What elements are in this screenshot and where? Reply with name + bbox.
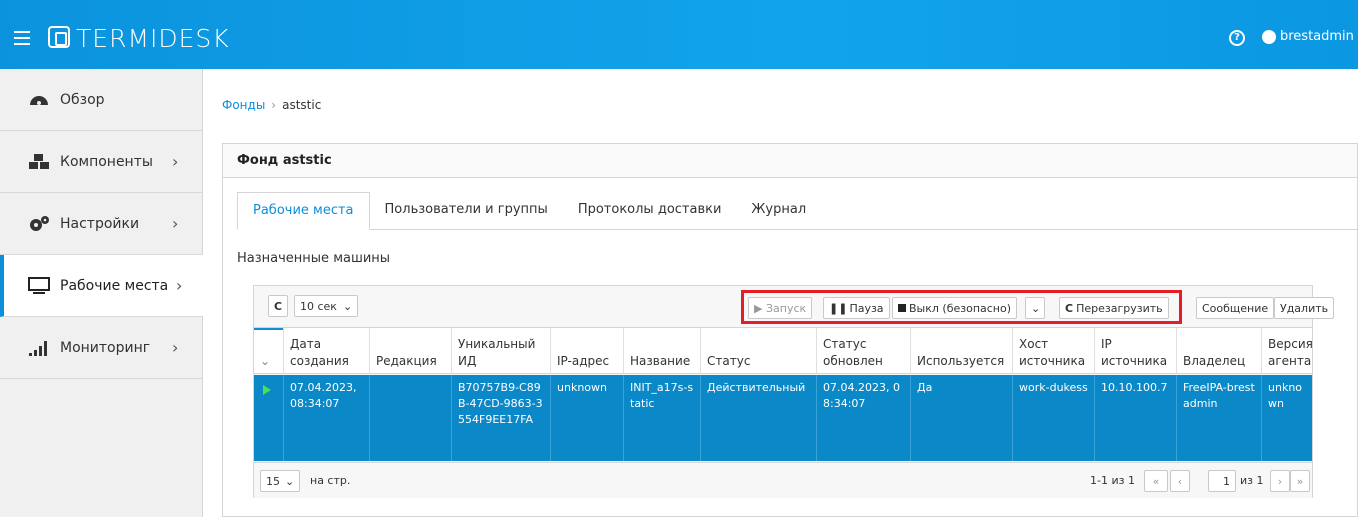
cell-source-host: work-dukess <box>1012 375 1094 461</box>
col-revision[interactable]: Редакция <box>369 328 451 375</box>
user-icon[interactable] <box>1262 30 1276 44</box>
tab-delivery-protocols[interactable]: Протоколы доставки <box>563 192 737 229</box>
app-logo: TERMIDESK <box>76 24 230 53</box>
sidebar-item-settings[interactable]: Настройки › <box>0 193 203 255</box>
pause-button[interactable]: ❚❚ Пауза <box>823 297 890 319</box>
first-page-button[interactable]: « <box>1144 470 1168 492</box>
pause-label: Пауза <box>849 301 884 315</box>
start-button[interactable]: ▶ Запуск <box>748 297 813 319</box>
refresh-button[interactable]: C <box>268 295 288 317</box>
col-ip[interactable]: IP-адрес <box>550 328 623 375</box>
sidebar-item-label: Мониторинг <box>60 339 151 356</box>
logo-icon <box>48 26 70 48</box>
sidebar-item-label: Компоненты <box>60 153 153 170</box>
machines-table: C 10 сек ⌄ ▶ Запуск ❚❚ Пауза Выкл (безопас… <box>253 285 1335 498</box>
table-header: ⌄ Дата создания Редакция Уникальный ИД I… <box>254 327 1313 375</box>
chevron-right-icon: › <box>172 152 179 171</box>
page-total: из 1 <box>1240 474 1264 487</box>
sidebar-item-workplaces[interactable]: Рабочие места › <box>0 255 203 317</box>
shutdown-button[interactable]: Выкл (безопасно) <box>892 297 1018 319</box>
chevron-right-icon: › <box>176 276 183 295</box>
help-icon[interactable]: ? <box>1229 30 1245 46</box>
cell-ip: unknown <box>550 375 623 461</box>
col-owner[interactable]: Владелец <box>1176 328 1261 375</box>
sidebar-item-monitoring[interactable]: Мониторинг › <box>0 317 203 379</box>
monitor-icon <box>28 276 50 294</box>
cell-status: Действительный <box>700 375 816 461</box>
cell-status-updated: 07.04.2023, 08:34:07 <box>816 375 910 461</box>
prev-page-button[interactable]: ‹ <box>1170 470 1190 492</box>
page-input[interactable]: 1 <box>1208 470 1236 492</box>
stop-icon <box>898 304 906 312</box>
components-icon <box>29 153 49 169</box>
message-button[interactable]: Сообщение <box>1196 297 1275 319</box>
tab-users-groups[interactable]: Пользователи и группы <box>370 192 563 229</box>
tab-workplaces[interactable]: Рабочие места <box>237 192 370 230</box>
col-in-use[interactable]: Используется <box>910 328 1012 375</box>
sidebar-item-label: Настройки <box>60 215 140 232</box>
cell-created: 07.04.2023, 08:34:07 <box>283 375 369 461</box>
col-source-ip[interactable]: IP источника <box>1094 328 1176 375</box>
tabs: Рабочие места Пользователи и группы Прот… <box>237 192 1357 230</box>
breadcrumb-separator: › <box>271 98 277 112</box>
chevron-down-icon: ⌄ <box>342 299 353 313</box>
refresh-interval-select[interactable]: 10 сек ⌄ <box>294 295 358 317</box>
sidebar-item-components[interactable]: Компоненты › <box>0 131 203 193</box>
per-page-label: на стр. <box>310 474 351 487</box>
sidebar: Обзор Компоненты › Настройки › Рабочие м… <box>0 69 203 517</box>
sort-toggle-icon[interactable]: ⌄ <box>254 328 283 375</box>
col-unique-id[interactable]: Уникальный ИД <box>451 328 550 375</box>
last-page-button[interactable]: » <box>1290 470 1310 492</box>
pool-panel: Фонд aststic Рабочие места Пользователи … <box>222 143 1358 517</box>
pause-icon: ❚❚ <box>829 301 848 315</box>
col-agent-version[interactable]: Версия агента <box>1261 328 1313 375</box>
breadcrumb-root[interactable]: Фонды <box>222 98 265 112</box>
chevron-right-icon: › <box>172 214 179 233</box>
cell-owner: FreeIPA-brestadmin <box>1176 375 1261 461</box>
cell-revision <box>369 375 451 461</box>
per-page-value: 15 <box>266 474 280 488</box>
col-source-host[interactable]: Хост источника <box>1012 328 1094 375</box>
tab-journal[interactable]: Журнал <box>736 192 821 229</box>
per-page-select[interactable]: 15 ⌄ <box>260 470 301 492</box>
cell-source-ip: 10.10.100.7 <box>1094 375 1176 461</box>
chevron-down-icon: ⌄ <box>285 474 295 488</box>
user-menu[interactable]: brestadmin <box>1280 29 1354 44</box>
gears-icon <box>30 215 49 231</box>
chevron-right-icon: › <box>172 338 179 357</box>
reboot-icon: C <box>1065 301 1074 315</box>
sidebar-item-label: Обзор <box>60 91 105 108</box>
section-title: Назначенные машины <box>237 251 391 266</box>
shutdown-dropdown-button[interactable]: ⌄ <box>1025 297 1045 319</box>
top-bar: TERMIDESK ? brestadmin <box>0 0 1358 69</box>
col-status-updated[interactable]: Статус обновлен <box>816 328 910 375</box>
menu-icon[interactable] <box>14 31 30 45</box>
next-page-button[interactable]: › <box>1270 470 1290 492</box>
cell-in-use: Да <box>910 375 1012 461</box>
play-icon <box>263 385 271 395</box>
table-row[interactable]: 07.04.2023, 08:34:07 B70757B9-C89B-47CD-… <box>254 375 1312 461</box>
refresh-interval-value: 10 сек <box>300 299 337 313</box>
cell-unique-id: B70757B9-C89B-47CD-9863-3554F9EE17FA <box>451 375 550 461</box>
sidebar-item-overview[interactable]: Обзор <box>0 69 203 131</box>
delete-button[interactable]: Удалить <box>1274 297 1335 319</box>
breadcrumb-current: aststic <box>282 98 322 112</box>
table-footer: 15 ⌄ на стр. 1-1 из 1 « ‹ 1 из 1 › » <box>254 462 1312 498</box>
cell-agent-version: unknown <box>1261 375 1312 461</box>
reboot-label: Перезагрузить <box>1076 301 1163 315</box>
cell-name: INIT_a17s-static <box>623 375 700 461</box>
col-name[interactable]: Название <box>623 328 700 375</box>
shutdown-label: Выкл (безопасно) <box>909 301 1012 315</box>
reboot-button[interactable]: C Перезагрузить <box>1059 297 1169 319</box>
table-toolbar: C 10 сек ⌄ ▶ Запуск ❚❚ Пауза Выкл (безопас… <box>254 286 1335 326</box>
sidebar-item-label: Рабочие места <box>60 277 169 294</box>
col-status[interactable]: Статус <box>700 328 816 375</box>
bars-icon <box>29 340 47 356</box>
col-created[interactable]: Дата создания <box>283 328 369 375</box>
panel-title: Фонд aststic <box>223 144 1357 178</box>
breadcrumb: Фонды › aststic <box>222 98 321 112</box>
dashboard-icon <box>30 95 48 105</box>
pager-range: 1-1 из 1 <box>1090 474 1135 487</box>
